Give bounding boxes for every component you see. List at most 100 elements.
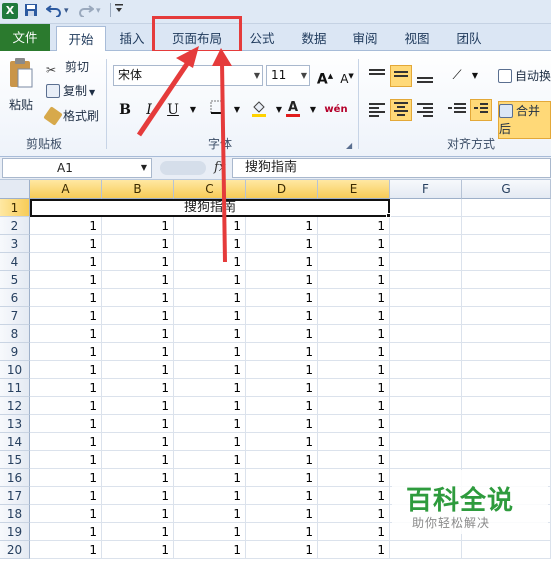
cell-c17[interactable]: 1 [174,487,246,505]
tab-file[interactable]: 文件 [0,24,50,51]
formula-bar-resize-handle[interactable] [160,161,206,175]
cell-g20[interactable] [462,541,551,559]
cell-e9[interactable]: 1 [318,343,390,361]
row-header[interactable]: 16 [0,469,30,487]
fill-handle[interactable] [386,213,391,218]
row-header[interactable]: 14 [0,433,30,451]
wrap-text-button[interactable]: 自动换 [498,67,551,85]
cell-b2[interactable]: 1 [102,217,174,235]
font-color-dropdown-icon[interactable]: ▼ [302,99,324,121]
cell-f7[interactable] [390,307,462,325]
italic-button[interactable]: I [138,99,160,121]
cell-b11[interactable]: 1 [102,379,174,397]
select-all-corner[interactable] [0,180,30,199]
cell-a13[interactable]: 1 [30,415,102,433]
cell-a10[interactable]: 1 [30,361,102,379]
cell-c15[interactable]: 1 [174,451,246,469]
cell-f20[interactable] [390,541,462,559]
cell-e10[interactable]: 1 [318,361,390,379]
cell-g13[interactable] [462,415,551,433]
cell-g1[interactable] [462,199,551,217]
cell-c2[interactable]: 1 [174,217,246,235]
cell-e16[interactable]: 1 [318,469,390,487]
cell-d18[interactable]: 1 [246,505,318,523]
cell-c8[interactable]: 1 [174,325,246,343]
tab-view[interactable]: 视图 [395,26,439,51]
cell-f9[interactable] [390,343,462,361]
cell-b18[interactable]: 1 [102,505,174,523]
cell-c18[interactable]: 1 [174,505,246,523]
cell-c9[interactable]: 1 [174,343,246,361]
font-dialog-launcher-icon[interactable]: ◢ [346,137,352,155]
cell-g7[interactable] [462,307,551,325]
tab-review[interactable]: 审阅 [343,26,387,51]
column-header-c[interactable]: C [174,180,246,199]
row-header[interactable]: 15 [0,451,30,469]
cell-c19[interactable]: 1 [174,523,246,541]
cell-d17[interactable]: 1 [246,487,318,505]
cell-a9[interactable]: 1 [30,343,102,361]
customize-qat-icon[interactable] [115,3,123,19]
cell-e13[interactable]: 1 [318,415,390,433]
cell-d15[interactable]: 1 [246,451,318,469]
cell-a20[interactable]: 1 [30,541,102,559]
cell-b12[interactable]: 1 [102,397,174,415]
paste-button[interactable]: 粘贴 [6,57,36,114]
cell-e19[interactable]: 1 [318,523,390,541]
copy-button[interactable]: 复制 ▼ [46,82,95,102]
row-header[interactable]: 1 [0,199,30,217]
cell-e12[interactable]: 1 [318,397,390,415]
cell-g6[interactable] [462,289,551,307]
align-left-icon[interactable] [366,99,388,121]
tab-formulas[interactable]: 公式 [240,26,284,51]
cell-b7[interactable]: 1 [102,307,174,325]
row-header[interactable]: 17 [0,487,30,505]
cell-c3[interactable]: 1 [174,235,246,253]
undo-icon[interactable] [45,3,62,19]
insert-function-icon[interactable]: fx [214,160,226,175]
cell-b16[interactable]: 1 [102,469,174,487]
cell-d6[interactable]: 1 [246,289,318,307]
underline-button[interactable]: U [162,99,184,121]
row-header[interactable]: 12 [0,397,30,415]
cell-a3[interactable]: 1 [30,235,102,253]
row-header[interactable]: 10 [0,361,30,379]
cell-e4[interactable]: 1 [318,253,390,271]
column-header-g[interactable]: G [462,180,551,199]
cell-e5[interactable]: 1 [318,271,390,289]
bold-button[interactable]: B [114,99,136,121]
orientation-dropdown-icon[interactable]: ▼ [464,65,486,87]
row-header[interactable]: 7 [0,307,30,325]
cell-d19[interactable]: 1 [246,523,318,541]
cell-g15[interactable] [462,451,551,469]
shrink-font-icon[interactable]: A▼ [336,65,358,87]
cell-b17[interactable]: 1 [102,487,174,505]
cell-a7[interactable]: 1 [30,307,102,325]
cell-f6[interactable] [390,289,462,307]
row-header[interactable]: 13 [0,415,30,433]
cell-f5[interactable] [390,271,462,289]
row-header[interactable]: 6 [0,289,30,307]
font-name-select[interactable]: 宋体 ▼ [113,65,263,86]
align-top-icon[interactable] [366,65,388,87]
cell-e8[interactable]: 1 [318,325,390,343]
cell-b3[interactable]: 1 [102,235,174,253]
cell-g12[interactable] [462,397,551,415]
cut-button[interactable]: ✂ 剪切 [46,58,89,77]
cell-c14[interactable]: 1 [174,433,246,451]
row-header[interactable]: 9 [0,343,30,361]
cell-d10[interactable]: 1 [246,361,318,379]
font-size-select[interactable]: 11 ▼ [266,65,310,86]
redo-icon[interactable] [78,3,95,19]
align-right-icon[interactable] [414,99,436,121]
cell-c16[interactable]: 1 [174,469,246,487]
cell-d2[interactable]: 1 [246,217,318,235]
row-header[interactable]: 3 [0,235,30,253]
cell-c11[interactable]: 1 [174,379,246,397]
tab-home[interactable]: 开始 [56,26,106,52]
cell-a17[interactable]: 1 [30,487,102,505]
cell-a8[interactable]: 1 [30,325,102,343]
cell-d5[interactable]: 1 [246,271,318,289]
undo-dropdown-icon[interactable]: ▾ [64,3,69,19]
cell-a18[interactable]: 1 [30,505,102,523]
